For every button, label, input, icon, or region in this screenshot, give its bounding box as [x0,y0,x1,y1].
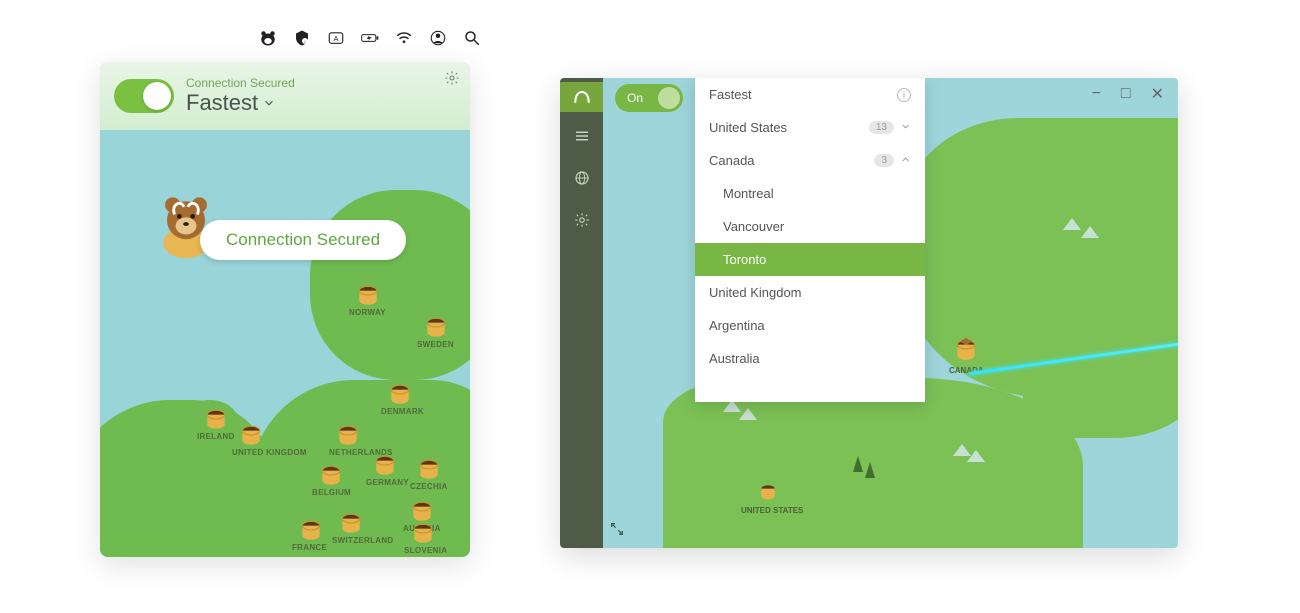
tunnelbear-mac-popover: Connection Secured Fastest Connection Se… [100,62,470,557]
count-badge: 3 [874,154,894,167]
svg-text:i: i [305,39,306,44]
window-minimize-button[interactable]: − [1092,85,1101,103]
location-selector[interactable]: Fastest [186,90,295,116]
country-label: SLOVENIA [404,546,447,555]
wifi-menubar-icon[interactable] [394,28,414,48]
shield-menubar-icon[interactable]: i [292,28,312,48]
gear-icon[interactable] [444,70,460,91]
search-menubar-icon[interactable] [462,28,482,48]
location-panel: FastestiUnited States13Canada3MontrealVa… [695,78,925,402]
battery-menubar-icon[interactable] [360,28,380,48]
selected-location-label: Fastest [186,90,258,116]
country-label: NORWAY [349,308,386,317]
tunnel-marker-us[interactable] [758,482,778,502]
location-child-item[interactable]: Montreal [695,177,925,210]
country-label: UNITED KINGDOM [232,448,307,457]
country-label: BELGIUM [312,488,351,497]
window-close-button[interactable]: ✕ [1151,84,1164,104]
chevron-up-icon [900,154,911,168]
country-label: SWITZERLAND [332,536,394,545]
tunnel-marker[interactable] [387,381,413,407]
connection-status-label: Connection Secured [186,76,295,90]
location-item[interactable]: United States 13 [695,111,925,144]
tunnel-marker[interactable] [416,456,442,482]
tunnel-marker[interactable] [238,422,264,448]
language-menubar-icon[interactable]: A [326,28,346,48]
connection-bubble: Connection Secured [200,220,406,260]
location-label: Canada [709,153,755,168]
window-maximize-button[interactable]: □ [1121,85,1131,103]
popover-header: Connection Secured Fastest [100,62,470,130]
settings-icon[interactable] [560,202,603,238]
tunnel-marker[interactable] [335,422,361,448]
location-label: Vancouver [723,219,784,234]
connection-toggle[interactable] [114,79,174,113]
fullscreen-icon[interactable] [609,521,625,542]
tunnel-marker[interactable] [410,520,436,546]
map-left[interactable]: Connection Secured NORWAY SWEDEN IRELAND UN… [100,130,470,557]
svg-text:A: A [333,34,338,43]
tunnel-marker[interactable] [372,452,398,478]
location-label: Montreal [723,186,774,201]
location-label: Argentina [709,318,765,333]
bear-menubar-icon[interactable] [258,28,278,48]
user-menubar-icon[interactable] [428,28,448,48]
tunnel-marker-canada[interactable] [953,336,979,362]
count-badge: 13 [869,121,894,134]
country-label: DENMARK [381,407,424,416]
map-right[interactable]: On FastestiUnited States13Canada3Montrea… [603,78,1178,548]
location-child-item[interactable]: Toronto [695,243,925,276]
country-label-us: UNITED STATES [741,506,803,515]
tunnel-marker[interactable] [298,517,324,543]
tunnelbear-windows-app: − □ ✕ On FastestiUnited States13Canada3M… [560,78,1178,548]
location-item[interactable]: Canada 3 [695,144,925,177]
chevron-down-icon [900,121,911,135]
country-label: IRELAND [197,432,235,441]
country-label: GERMANY [366,478,409,487]
menu-icon[interactable] [560,118,603,154]
window-titlebar: − □ ✕ [603,78,1178,110]
location-label: Toronto [723,252,766,267]
location-item[interactable]: Argentina [695,309,925,342]
location-label: United States [709,120,787,135]
location-child-item[interactable]: Vancouver [695,210,925,243]
tunnel-marker[interactable] [355,282,381,308]
brand-logo [560,82,603,112]
country-label: SWEDEN [417,340,454,349]
country-label: CZECHIA [410,482,448,491]
location-label: United Kingdom [709,285,802,300]
location-item[interactable]: United Kingdom [695,276,925,309]
country-label: FRANCE [292,543,327,552]
tunnel-marker[interactable] [203,406,229,432]
tunnel-marker[interactable] [338,510,364,536]
macos-menubar: i A [258,28,482,48]
chevron-down-icon [262,96,276,110]
app-sidebar [560,78,603,548]
tunnel-marker[interactable] [318,462,344,488]
location-label: Australia [709,351,760,366]
globe-icon[interactable] [560,160,603,196]
location-item[interactable]: Australia [695,342,925,375]
tunnel-marker[interactable] [423,314,449,340]
